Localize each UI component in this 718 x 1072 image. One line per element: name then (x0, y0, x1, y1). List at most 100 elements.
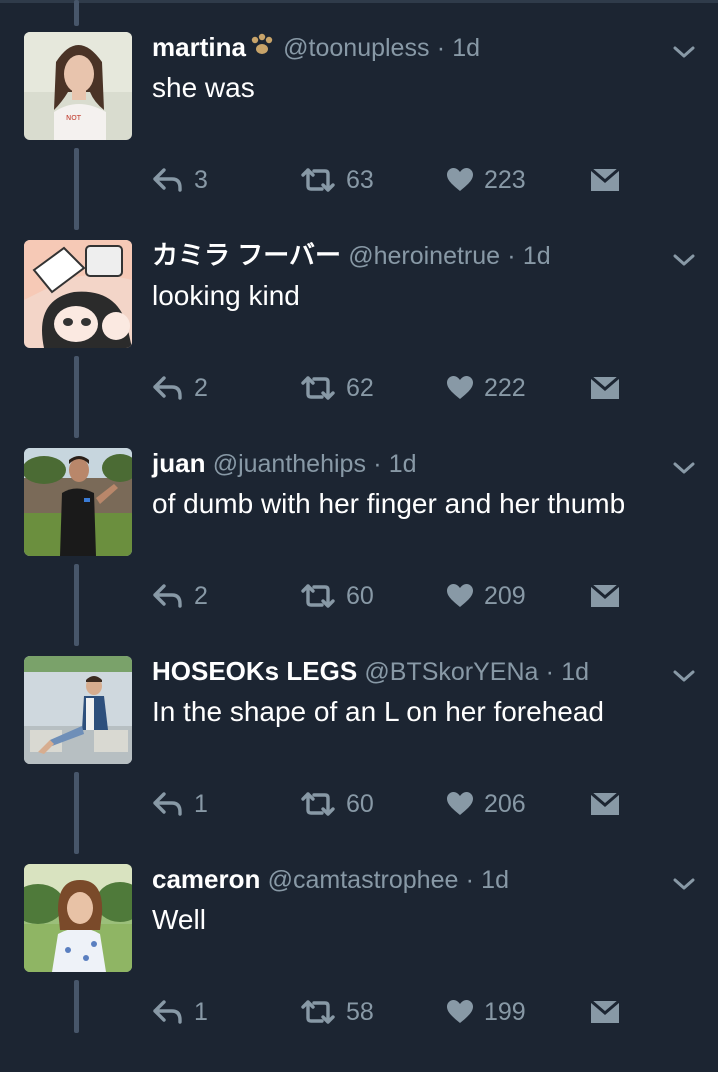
thread-line (74, 0, 79, 26)
tweet-header: juan @juanthehips · 1d (152, 446, 648, 481)
like-count: 206 (484, 789, 526, 818)
heart-icon (447, 584, 473, 607)
like-button[interactable]: 222 (446, 368, 526, 408)
like-count: 199 (484, 997, 526, 1026)
tweet-text: of dumb with her finger and her thumb (152, 488, 626, 519)
tweet[interactable]: カミラ フーバー @heroinetrue · 1d looking kind … (0, 240, 718, 448)
separator-dot: · (465, 866, 474, 894)
display-name[interactable]: HOSEOKs LEGS (152, 656, 357, 686)
tweet[interactable]: NOT martina @toonupless · 1d she was 3 6… (0, 32, 718, 240)
envelope-icon (590, 1000, 620, 1023)
chevron-down-icon[interactable] (672, 456, 696, 480)
reply-icon (153, 168, 182, 192)
timestamp[interactable]: 1d (481, 866, 509, 894)
timestamp[interactable]: 1d (389, 450, 417, 478)
tweet-text: she was (152, 72, 255, 103)
retweet-button[interactable]: 63 (300, 160, 374, 200)
tweet-actions: 2 60 209 (152, 576, 652, 616)
chevron-down-icon[interactable] (672, 664, 696, 688)
chevron-down-icon[interactable] (672, 248, 696, 272)
direct-message-button[interactable] (590, 784, 620, 824)
handle[interactable]: @camtastrophee (268, 866, 459, 894)
chevron-down-icon[interactable] (672, 40, 696, 64)
direct-message-button[interactable] (590, 576, 620, 616)
reply-button[interactable]: 2 (152, 368, 208, 408)
direct-message-button[interactable] (590, 368, 620, 408)
reply-button[interactable]: 3 (152, 160, 208, 200)
like-button[interactable]: 206 (446, 784, 526, 824)
like-button[interactable]: 199 (446, 992, 526, 1032)
separator-dot: · (373, 450, 382, 478)
like-button[interactable]: 223 (446, 160, 526, 200)
retweet-button[interactable]: 58 (300, 992, 374, 1032)
reply-button[interactable]: 2 (152, 576, 208, 616)
tweet-header: HOSEOKs LEGS @BTSkorYENa · 1d (152, 654, 648, 689)
reply-icon (153, 1000, 182, 1024)
display-name[interactable]: カミラ フーバー (152, 240, 341, 270)
retweet-count: 63 (346, 165, 374, 194)
handle[interactable]: @BTSkorYENa (364, 658, 538, 686)
retweet-icon (301, 792, 335, 816)
retweet-icon (301, 584, 335, 608)
avatar[interactable]: NOT (24, 32, 132, 140)
retweet-button[interactable]: 60 (300, 576, 374, 616)
like-count: 209 (484, 581, 526, 610)
envelope-icon (590, 168, 620, 191)
retweet-button[interactable]: 60 (300, 784, 374, 824)
tweet[interactable]: HOSEOKs LEGS @BTSkorYENa · 1d In the sha… (0, 656, 718, 864)
like-count: 223 (484, 165, 526, 194)
avatar[interactable] (24, 656, 132, 764)
retweet-count: 60 (346, 789, 374, 818)
chevron-down-icon[interactable] (672, 872, 696, 896)
reply-count: 1 (194, 789, 208, 818)
separator-dot: · (507, 242, 516, 270)
display-name[interactable]: juan (152, 448, 205, 478)
timestamp[interactable]: 1d (561, 658, 589, 686)
top-divider (0, 0, 718, 3)
envelope-icon (590, 792, 620, 815)
heart-icon (447, 792, 473, 815)
retweet-button[interactable]: 62 (300, 368, 374, 408)
tweet-header: cameron @camtastrophee · 1d (152, 862, 648, 897)
heart-icon (447, 376, 473, 399)
handle[interactable]: @heroinetrue (348, 242, 500, 270)
retweet-count: 60 (346, 581, 374, 610)
tweet-header: martina @toonupless · 1d (152, 30, 648, 65)
timestamp[interactable]: 1d (523, 242, 551, 270)
reply-button[interactable]: 1 (152, 992, 208, 1032)
reply-icon (153, 584, 182, 608)
tweet[interactable]: juan @juanthehips · 1d of dumb with her … (0, 448, 718, 656)
tweet-text: Well (152, 904, 206, 935)
svg-text:NOT: NOT (66, 114, 82, 122)
tweet[interactable]: cameron @camtastrophee · 1d Well 1 58 19… (0, 864, 718, 1072)
display-name[interactable]: cameron (152, 864, 260, 894)
retweet-count: 58 (346, 997, 374, 1026)
reply-icon (153, 792, 182, 816)
tweet-text: In the shape of an L on her forehead (152, 696, 604, 727)
display-name[interactable]: martina (152, 32, 246, 62)
direct-message-button[interactable] (590, 160, 620, 200)
tweet-actions: 2 62 222 (152, 368, 652, 408)
envelope-icon (590, 376, 620, 399)
like-button[interactable]: 209 (446, 576, 526, 616)
reply-button[interactable]: 1 (152, 784, 208, 824)
avatar[interactable] (24, 448, 132, 556)
tweet-header: カミラ フーバー @heroinetrue · 1d (152, 238, 648, 273)
tweet-actions: 3 63 223 (152, 160, 652, 200)
direct-message-button[interactable] (590, 992, 620, 1032)
heart-icon (447, 168, 473, 191)
handle[interactable]: @juanthehips (213, 450, 366, 478)
reply-count: 3 (194, 165, 208, 194)
tweet-actions: 1 58 199 (152, 992, 652, 1032)
timestamp[interactable]: 1d (452, 34, 480, 62)
avatar[interactable] (24, 240, 132, 348)
retweet-icon (301, 376, 335, 400)
handle[interactable]: @toonupless (283, 34, 429, 62)
reply-count: 2 (194, 373, 208, 402)
avatar[interactable] (24, 864, 132, 972)
paw-icon (251, 33, 273, 54)
retweet-icon (301, 168, 335, 192)
separator-dot: · (436, 34, 446, 62)
reply-icon (153, 376, 182, 400)
envelope-icon (590, 584, 620, 607)
